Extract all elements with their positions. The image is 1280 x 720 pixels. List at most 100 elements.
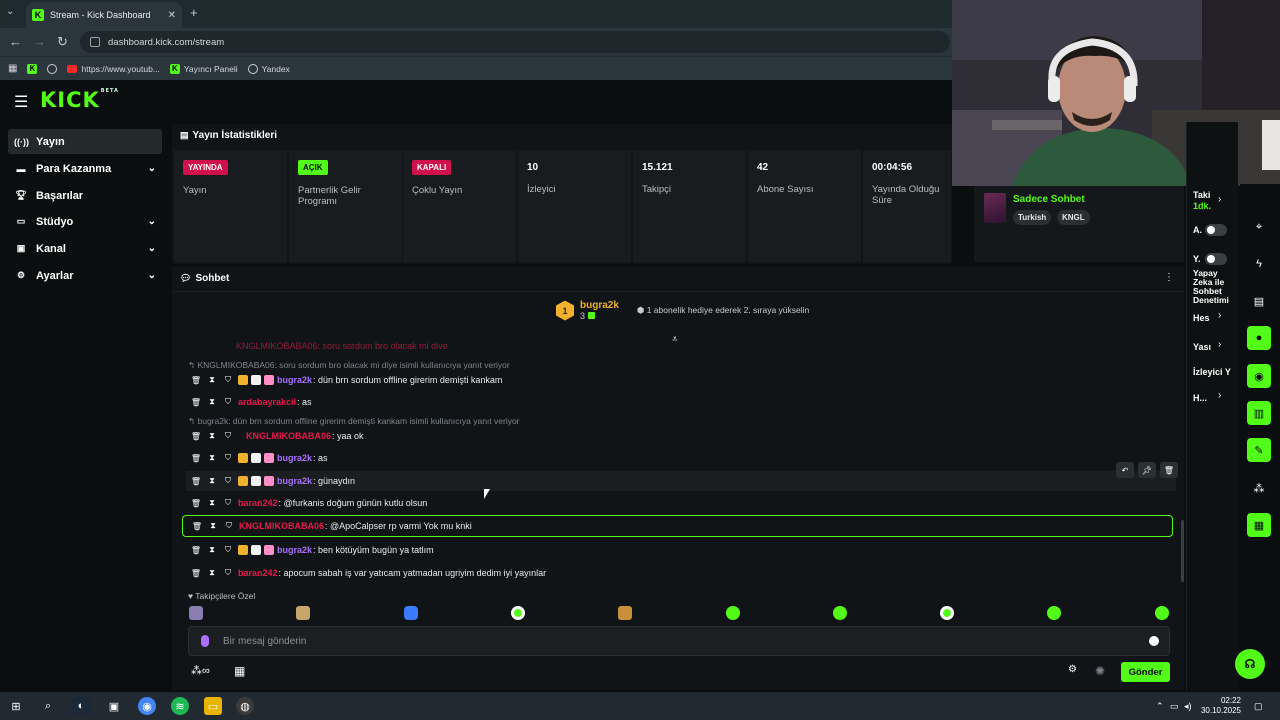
chat-message[interactable]: 🗑︎ ⧗ ⛉ bugra2k: as bbox=[186, 448, 1176, 468]
timeout-icon[interactable]: ⧗ bbox=[206, 375, 218, 385]
ban-icon[interactable]: ⛉ bbox=[222, 375, 234, 385]
ban-icon[interactable]: ⛉ bbox=[222, 431, 234, 441]
delete-message-icon[interactable]: 🗑︎ bbox=[1160, 462, 1178, 478]
emote-icon[interactable] bbox=[404, 606, 418, 620]
sidebar-item-ayarlar[interactable]: ⚙ Ayarlar ⌄ bbox=[8, 263, 162, 288]
kick-bookmark-icon[interactable]: K bbox=[27, 63, 38, 74]
chat-message[interactable]: 🗑︎ ⧗ ⛉ bugra2k: ben kötüyüm bugün ya tatlı… bbox=[186, 540, 1176, 560]
timeout-icon[interactable]: ⧗ bbox=[206, 545, 218, 555]
forward-icon[interactable]: → bbox=[33, 34, 46, 49]
delete-icon[interactable]: 🗑︎ bbox=[190, 376, 202, 385]
ban-icon[interactable]: ⛉ bbox=[222, 453, 234, 463]
chat-scrollbar[interactable] bbox=[1181, 520, 1184, 582]
chat-username[interactable]: baran242 bbox=[238, 498, 278, 508]
emote-icon[interactable] bbox=[618, 606, 632, 620]
hamburger-menu-icon[interactable]: ☰ bbox=[14, 92, 28, 112]
tab-list-icon[interactable]: ⌄ bbox=[6, 6, 14, 17]
chat-username[interactable]: KNGLMIKOBABA06 bbox=[239, 521, 324, 531]
windows-start-icon[interactable]: ⊞ bbox=[7, 697, 25, 715]
delete-icon[interactable]: 🗑︎ bbox=[190, 398, 202, 407]
points-icon[interactable]: ⁂ bbox=[1247, 476, 1271, 500]
file-explorer-icon[interactable]: ▭ bbox=[204, 697, 222, 715]
sidebar-item-yayin[interactable]: ((·)) Yayın bbox=[8, 129, 162, 154]
bookmark-yandex[interactable]: Yandex bbox=[247, 63, 290, 74]
apps-icon[interactable]: ▦ bbox=[8, 63, 17, 74]
setting-izleyici[interactable]: İzleyici Y bbox=[1193, 367, 1231, 377]
browser-tab[interactable]: K Stream - Kick Dashboard ✕ bbox=[26, 2, 182, 28]
ban-icon[interactable]: ⛉ bbox=[222, 568, 234, 578]
notifications-icon[interactable]: ▢ bbox=[1254, 701, 1263, 712]
chevron-right-icon[interactable]: › bbox=[1218, 194, 1221, 205]
emote-icon[interactable] bbox=[189, 606, 203, 620]
sidebar-item-kanal[interactable]: ▣ Kanal ⌄ bbox=[8, 236, 162, 261]
chevron-right-icon[interactable]: › bbox=[1218, 310, 1221, 321]
sidebar-item-studyo[interactable]: ▭ Stüdyo ⌄ bbox=[8, 209, 162, 234]
timeout-icon[interactable]: ⧗ bbox=[206, 498, 218, 508]
chat-icon[interactable]: ● bbox=[1247, 326, 1271, 350]
bookmark-yayinci-paneli[interactable]: K Yayıncı Paneli bbox=[169, 63, 238, 74]
search-icon[interactable]: ⌕ bbox=[39, 697, 57, 715]
reply-icon[interactable]: ↶ bbox=[1116, 462, 1134, 478]
send-button[interactable]: Gönder bbox=[1121, 662, 1170, 682]
emote-icon[interactable] bbox=[511, 606, 525, 620]
steam-icon[interactable]: ◐ bbox=[72, 697, 90, 715]
tray-chevron-icon[interactable]: ⌃ bbox=[1156, 701, 1164, 712]
setting-h[interactable]: H... bbox=[1193, 393, 1207, 403]
emote-icon[interactable] bbox=[940, 606, 954, 620]
volume-icon[interactable]: ◂) bbox=[1184, 701, 1192, 712]
chat-message[interactable]: 🗑︎ ⧗ ⛉ bugra2k: dün brn sordum offline gir… bbox=[186, 370, 1176, 390]
url-field[interactable]: dashboard.kick.com/stream bbox=[80, 31, 950, 53]
spotify-icon[interactable]: ≋ bbox=[171, 697, 189, 715]
bookmark-youtube[interactable]: https://www.youtub... bbox=[67, 64, 160, 74]
notes-icon[interactable]: ▤ bbox=[1247, 289, 1271, 313]
wrench-icon[interactable]: ✎ bbox=[1247, 438, 1271, 462]
emote-icon[interactable] bbox=[833, 606, 847, 620]
setting-yasa[interactable]: Yası bbox=[1193, 342, 1211, 352]
ban-icon[interactable]: ⛉ bbox=[222, 476, 234, 486]
chat-username[interactable]: bugra2k bbox=[277, 453, 312, 463]
sidebar-item-basarilar[interactable]: 🏆︎ Başarılar bbox=[8, 183, 162, 208]
emote-icon[interactable] bbox=[296, 606, 310, 620]
broadcast-tool-icon[interactable]: ◉ bbox=[1247, 364, 1271, 388]
ban-icon[interactable]: ⛉ bbox=[222, 545, 234, 555]
pin-icon[interactable]: 📌︎ bbox=[1138, 462, 1156, 478]
headset-help-icon[interactable]: ☊ bbox=[1235, 649, 1265, 679]
emote-icon[interactable] bbox=[1155, 606, 1169, 620]
delete-icon[interactable]: 🗑︎ bbox=[190, 546, 202, 555]
site-info-icon[interactable] bbox=[90, 37, 100, 47]
toggle-a[interactable] bbox=[1205, 224, 1227, 236]
setting-hes[interactable]: Hes bbox=[1193, 313, 1210, 323]
timeout-icon[interactable]: ⧗ bbox=[206, 397, 218, 407]
tag-turkish[interactable]: Turkish bbox=[1013, 210, 1052, 225]
emote-icon[interactable] bbox=[726, 606, 740, 620]
timeout-icon[interactable]: ⧗ bbox=[206, 476, 218, 486]
kick-points-icon[interactable]: ⁂∞ bbox=[191, 664, 210, 677]
ban-icon[interactable]: ⛉ bbox=[222, 397, 234, 407]
obs-icon[interactable]: ◍ bbox=[236, 697, 254, 715]
kick-logo[interactable]: KICKBETA bbox=[40, 88, 119, 112]
delete-icon[interactable]: 🗑︎ bbox=[190, 569, 202, 578]
chat-message[interactable]: 🗑︎ ⧗ ⛉ baran242: @furkanis doğum günün kut… bbox=[186, 493, 1176, 513]
delete-icon[interactable]: 🗑︎ bbox=[190, 454, 202, 463]
toggle-y[interactable] bbox=[1205, 253, 1227, 265]
clapper-icon[interactable]: ▦ bbox=[1247, 513, 1271, 537]
chat-username[interactable]: bugra2k bbox=[277, 476, 312, 486]
chat-message-hovered[interactable]: 🗑︎ ⧗ ⛉ bugra2k: günaydın bbox=[186, 471, 1176, 491]
sidebar-item-para-kazanma[interactable]: ▬ Para Kazanma ⌄ bbox=[8, 156, 162, 181]
chat-message[interactable]: 🗑︎ ⧗ ⛉ ardabayrakcil: as bbox=[186, 392, 1176, 412]
delete-icon[interactable]: 🗑︎ bbox=[190, 477, 202, 486]
back-icon[interactable]: ← bbox=[9, 34, 22, 49]
chat-username[interactable]: ardabayrakcil bbox=[238, 397, 296, 407]
focus-icon[interactable]: ⌖ bbox=[1247, 215, 1271, 239]
chevron-right-icon[interactable]: › bbox=[1218, 390, 1221, 401]
network-icon[interactable]: ▭ bbox=[1170, 701, 1179, 712]
taskbar-clock[interactable]: 02:22 30.10.2025 bbox=[1196, 696, 1241, 716]
emoji-picker-icon[interactable] bbox=[1149, 636, 1159, 646]
setting-taki[interactable]: Taki bbox=[1193, 190, 1210, 200]
chat-username[interactable]: baran242 bbox=[238, 568, 278, 578]
tag-kngl[interactable]: KNGL bbox=[1057, 210, 1090, 225]
more-options-icon[interactable]: ⋮ bbox=[1164, 272, 1174, 283]
emote-icon[interactable] bbox=[1047, 606, 1061, 620]
print-icon[interactable]: ▥ bbox=[1247, 401, 1271, 425]
chevron-right-icon[interactable]: › bbox=[1218, 339, 1221, 350]
